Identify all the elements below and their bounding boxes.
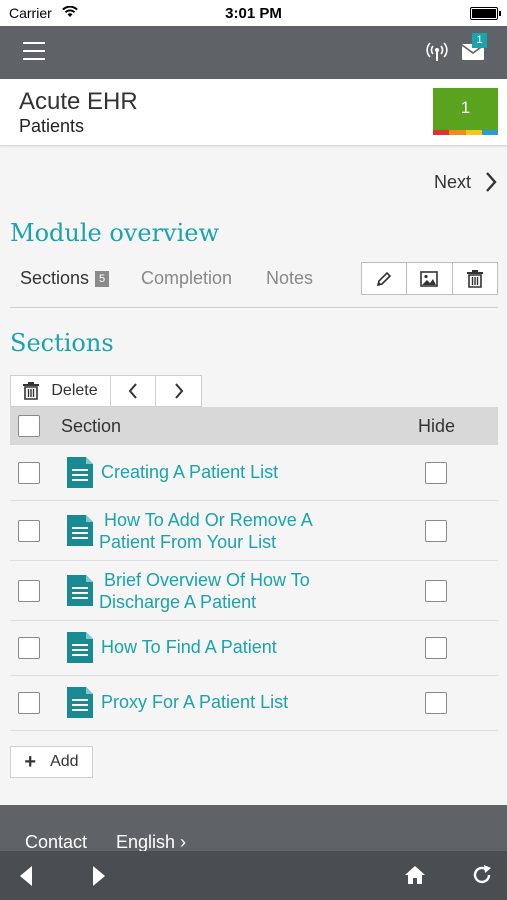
- sections-toolbar: Delete: [10, 375, 202, 407]
- table-row: How To Add Or Remove A Patient From Your …: [10, 501, 498, 561]
- table-row: How To Find A Patient: [10, 621, 498, 676]
- app-title: Acute EHR: [19, 88, 138, 115]
- language-selector[interactable]: English ›: [116, 832, 186, 852]
- chevron-right-icon: [486, 172, 497, 192]
- sections-heading: Sections: [10, 329, 114, 357]
- add-label: Add: [50, 753, 79, 770]
- tab-label: Completion: [141, 268, 233, 288]
- chevron-right-icon: [174, 383, 183, 399]
- plus-icon: +: [24, 751, 37, 773]
- hide-checkbox[interactable]: [425, 637, 447, 659]
- column-header-section: Section: [61, 416, 122, 436]
- sections-table: Section Hide Creating A Patient List How…: [10, 407, 498, 731]
- tab-label: Notes: [266, 268, 314, 288]
- table-row: Creating A Patient List: [10, 445, 498, 501]
- section-title-link[interactable]: How To Add Or Remove A Patient From Your …: [99, 509, 313, 553]
- clock: 3:01 PM: [225, 5, 282, 22]
- status-bar: Carrier 3:01 PM: [0, 0, 507, 26]
- module-tabs: Sections 5 Completion Notes: [10, 262, 498, 308]
- top-navigation-bar: 1: [0, 26, 507, 79]
- delete-module-button[interactable]: [453, 263, 497, 294]
- section-title-link[interactable]: Creating A Patient List: [101, 461, 278, 483]
- home-icon[interactable]: [404, 865, 426, 885]
- progress-stripes: [433, 130, 498, 135]
- forward-icon[interactable]: [91, 865, 107, 887]
- broadcast-icon[interactable]: [426, 42, 448, 62]
- row-select-checkbox[interactable]: [18, 462, 40, 484]
- document-icon: [67, 515, 93, 546]
- module-tools: [361, 262, 498, 295]
- delete-label: Delete: [51, 382, 98, 399]
- chevron-left-icon: [128, 383, 137, 399]
- document-icon: [67, 457, 93, 488]
- contact-link[interactable]: Contact: [25, 832, 87, 852]
- hamburger-icon[interactable]: [23, 42, 45, 60]
- select-all-checkbox[interactable]: [18, 415, 40, 437]
- document-icon: [67, 632, 93, 663]
- hide-checkbox[interactable]: [425, 520, 447, 542]
- tab-notes[interactable]: Notes: [266, 268, 313, 289]
- delete-button[interactable]: Delete: [11, 376, 111, 406]
- module-title: Module overview: [10, 219, 220, 247]
- image-button[interactable]: [407, 263, 453, 294]
- hide-checkbox[interactable]: [425, 462, 447, 484]
- table-row: Brief Overview Of How To Discharge A Pati…: [10, 561, 498, 621]
- trash-icon: [466, 269, 483, 288]
- next-button[interactable]: Next: [434, 171, 497, 193]
- back-icon[interactable]: [18, 865, 34, 887]
- row-select-checkbox[interactable]: [18, 692, 40, 714]
- mail-count-badge: 1: [472, 33, 487, 48]
- image-icon: [420, 270, 439, 287]
- row-select-checkbox[interactable]: [18, 520, 40, 542]
- battery-icon: [470, 7, 501, 20]
- tab-sections[interactable]: Sections 5: [20, 268, 110, 289]
- footer: Contact English ›: [0, 805, 507, 852]
- section-title-link[interactable]: How To Find A Patient: [101, 636, 277, 658]
- table-header: Section Hide: [10, 407, 498, 445]
- tab-label: Sections: [20, 268, 90, 288]
- page-subtitle: Patients: [19, 116, 85, 136]
- next-section-button[interactable]: [156, 376, 201, 406]
- refresh-icon[interactable]: [471, 864, 493, 886]
- edit-button[interactable]: [362, 263, 408, 294]
- section-title-link[interactable]: Proxy For A Patient List: [101, 691, 288, 713]
- progress-value: 1: [460, 98, 471, 117]
- add-section-button[interactable]: + Add: [10, 746, 93, 778]
- tab-completion[interactable]: Completion: [141, 268, 232, 289]
- browser-toolbar: [0, 851, 507, 900]
- next-label: Next: [433, 171, 471, 192]
- section-title-link[interactable]: Brief Overview Of How To Discharge A Pati…: [99, 569, 310, 613]
- sections-count-badge: 5: [95, 271, 110, 287]
- column-header-hide: Hide: [418, 416, 456, 436]
- edit-icon: [377, 271, 392, 286]
- app-header: Acute EHR Patients 1: [0, 79, 507, 146]
- trash-icon: [23, 382, 40, 400]
- row-select-checkbox[interactable]: [18, 580, 40, 602]
- document-icon: [67, 575, 93, 606]
- hide-checkbox[interactable]: [425, 580, 447, 602]
- hide-checkbox[interactable]: [425, 692, 447, 714]
- progress-tile[interactable]: 1: [433, 88, 498, 135]
- previous-button[interactable]: [111, 376, 156, 406]
- row-select-checkbox[interactable]: [18, 637, 40, 659]
- table-row: Proxy For A Patient List: [10, 676, 498, 731]
- document-icon: [67, 687, 93, 718]
